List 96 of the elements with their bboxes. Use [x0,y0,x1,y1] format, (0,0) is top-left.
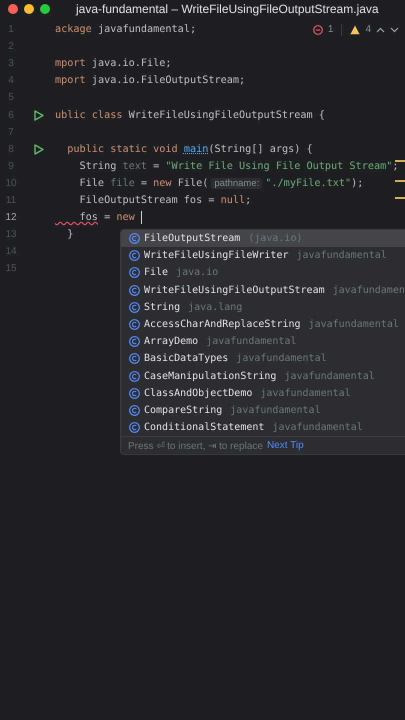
code-token: "Write File Using File Output Stream" [165,160,392,172]
class-icon [129,250,140,262]
class-name: File [144,267,168,278]
class-name: AccessCharAndReplaceString [144,319,301,330]
class-icon [129,284,140,296]
class-name: ConditionalStatement [144,422,264,434]
completion-item[interactable]: ClassAndObjectDemo javafundamental [121,384,405,402]
class-icon [129,319,140,330]
completion-item[interactable]: CaseManipulationString javafundamental [121,368,405,385]
completion-item[interactable]: AccessCharAndReplaceString javafundamental [121,316,405,334]
package-name: javafundamental [308,319,399,330]
package-name: javafundamen [332,284,405,296]
code-token: text [122,160,148,172]
class-name: ClassAndObjectDemo [144,388,252,399]
class-name: CaseManipulationString [144,370,276,382]
code-token: main [184,144,208,155]
code-token: = [140,178,148,189]
completion-item[interactable]: WriteFileUsingFileOutputStream javafundamen [121,282,405,299]
class-name: BasicDataTypes [144,353,228,364]
code-token: WriteFileUsingFileOutputStream { [128,110,325,121]
class-icon [129,388,140,399]
class-name: WriteFileUsingFileWriter [144,250,288,262]
code-token: File( [176,178,208,189]
warning-marker[interactable] [395,180,405,182]
code-token: FileOutputStream fos = [78,194,216,206]
text-caret [140,211,142,224]
package-name: javafundamental [260,388,351,399]
code-token: ackage [55,24,92,36]
class-name: FileOutputStream [144,233,240,244]
code-token: = [103,212,112,224]
class-name: WriteFileUsingFileOutputStream [144,284,325,296]
minimize-button[interactable] [24,4,34,14]
code-token: ublic class [55,110,122,121]
code-token: mport [55,75,86,86]
completion-item[interactable]: ConditionalStatement javafundamental [121,419,405,436]
code-token: file [110,178,135,189]
code-token: (String[] args) { [208,144,313,155]
class-icon [129,422,140,434]
package-name: javafundamental [206,336,296,348]
code-token: ; [245,194,252,206]
code-token: = [152,160,160,172]
package-name: javafundamental [272,422,363,434]
class-name: CompareString [144,404,222,416]
code-token: mport [55,58,86,70]
warning-icon[interactable] [350,24,360,34]
code-token: javafundamental; [96,24,196,36]
code-token: ; [392,160,398,172]
class-icon [129,336,140,348]
class-icon [129,370,140,382]
warning-marker[interactable] [395,160,405,162]
insert-hint: Press ⏎ to insert, ⇥ to replace [128,440,263,452]
code-token: ); [351,178,364,189]
class-icon [129,233,140,244]
warning-marker[interactable] [395,197,405,199]
class-name: ArrayDemo [144,336,198,348]
run-icon[interactable] [34,110,44,121]
error-count: 1 [328,24,334,35]
code-token: new [153,178,172,189]
code-token: File [78,178,106,189]
chevron-up-icon[interactable] [376,26,385,32]
warning-count: 4 [365,24,371,35]
run-icon[interactable] [34,144,44,155]
code-token: new [116,212,136,224]
class-icon [129,302,140,313]
completion-item[interactable]: WriteFileUsingFileWriter javafundamental [121,247,405,264]
completion-item[interactable]: File java.io [121,264,405,282]
close-button[interactable] [8,4,18,14]
code-token: java.io.File; [90,58,172,70]
class-icon [129,353,140,364]
code-token: public static void [66,144,179,155]
code-token: fos [78,212,98,224]
class-icon [129,404,140,416]
completion-item[interactable]: CompareString javafundamental [121,402,405,420]
class-name: String [144,302,180,313]
parameter-hint: pathname: [211,178,262,189]
chevron-down-icon[interactable] [390,26,399,32]
line-number: 12 [4,212,18,224]
code-token: null [220,194,246,206]
completion-item[interactable]: String java.lang [121,298,405,316]
maximize-button[interactable] [40,4,50,14]
package-name: javafundamental [284,370,375,382]
window-title: java-fundamental – WriteFileUsingFileOutputStream.java [76,2,379,16]
next-tip-link[interactable]: Next Tip [266,440,304,452]
code-token: } [66,229,74,240]
package-name: java.lang [188,302,242,313]
code-token: java.io.FileOutputStream; [90,75,246,86]
package-name: javafundamental [230,404,321,416]
error-icon[interactable] [312,24,323,34]
package-name: javafundamental [296,250,387,262]
completion-item[interactable]: ArrayDemo javafundamental [121,333,405,350]
code-token: "./myFile.txt" [265,178,352,189]
code-token: String [78,160,118,172]
package-name: java.io [176,267,218,278]
completion-item[interactable]: BasicDataTypes javafundamental [121,350,405,368]
class-icon [129,267,140,278]
package-name: javafundamental [236,353,327,364]
